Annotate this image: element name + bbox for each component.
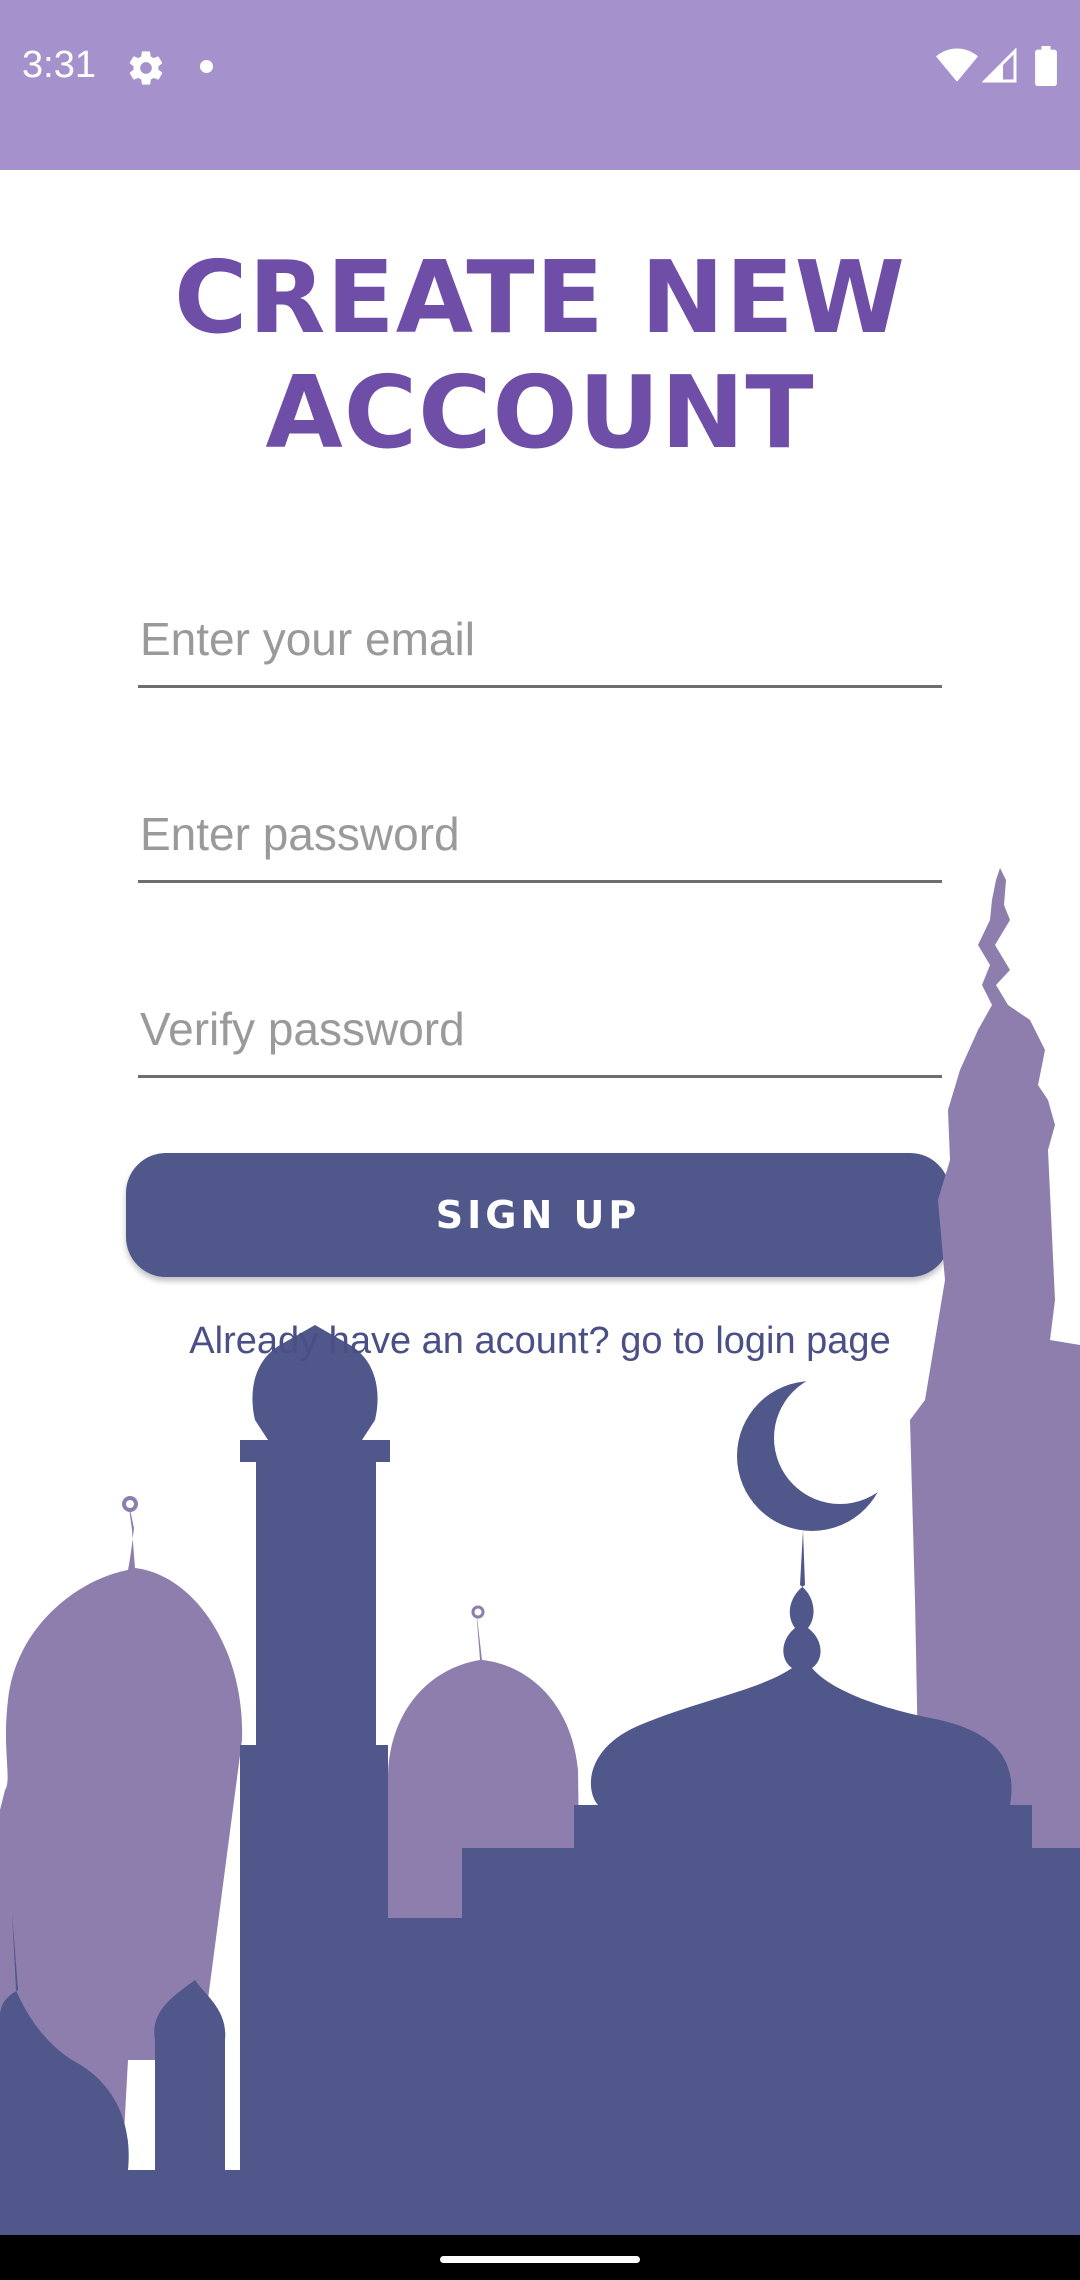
email-input[interactable] xyxy=(138,611,946,667)
home-gesture-handle[interactable] xyxy=(440,2256,640,2263)
status-bar: 3:31 xyxy=(0,0,1080,170)
battery-icon xyxy=(1035,46,1057,86)
go-to-login-link[interactable]: Already have an acount? go to login page xyxy=(0,1320,1080,1363)
email-field xyxy=(138,595,946,688)
page-title: CREATE NEW ACCOUNT xyxy=(0,240,1080,470)
gear-icon xyxy=(129,51,163,85)
status-time: 3:31 xyxy=(22,44,96,86)
wifi-icon xyxy=(936,48,978,82)
title-line-1: CREATE NEW xyxy=(174,239,906,356)
notification-dot-icon xyxy=(200,60,213,73)
title-line-2: ACCOUNT xyxy=(265,354,815,471)
mosque-skyline-illustration xyxy=(0,868,1080,2235)
signal-icon xyxy=(982,48,1017,83)
